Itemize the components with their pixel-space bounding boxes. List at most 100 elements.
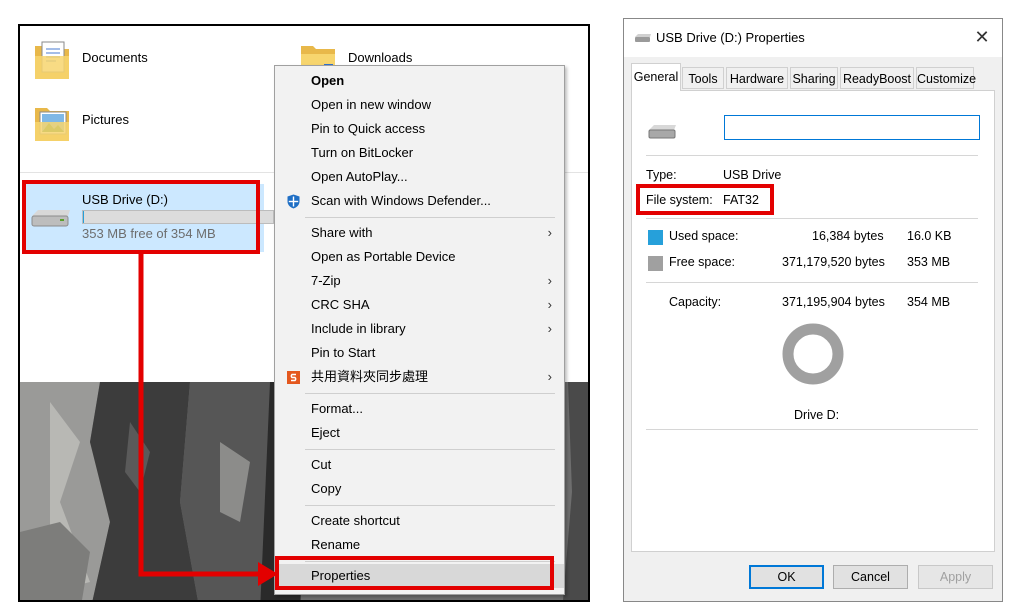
file-system-highlight-box [636,184,774,215]
menu-item-label: Cut [311,457,332,472]
free-space-label: Free space: [669,255,736,269]
sync-folder-icon [287,371,300,384]
menu-separator [305,393,555,394]
submenu-arrow-icon: › [547,369,552,384]
tab-tools[interactable]: Tools [682,67,724,89]
menu-item-label: Create shortcut [311,513,400,528]
drive-label-input[interactable] [724,115,980,140]
menu-separator [305,449,555,450]
menu-item-rename[interactable]: Rename [275,533,564,557]
menu-item-label: Pin to Start [311,345,376,360]
menu-item-label: Format... [311,401,364,416]
capacity-label: Capacity: [669,295,722,309]
panel-separator [646,218,978,219]
pictures-folder-icon [35,108,69,141]
menu-item-label: Include in library [311,321,406,336]
free-space-ring [782,323,844,385]
drive-highlight-box [22,180,260,254]
tab-sharing[interactable]: Sharing [790,67,838,89]
tab-label: ReadyBoost [842,72,912,86]
menu-item-autoplay[interactable]: Open AutoPlay... [275,165,564,189]
cancel-button[interactable]: Cancel [833,565,908,589]
folder-label: Downloads [348,50,413,65]
menu-item-sync-folder[interactable]: 共用資料夾同步處理 › [275,365,564,389]
menu-item-copy[interactable]: Copy [275,477,564,501]
menu-item-open-new-window[interactable]: Open in new window [275,93,564,117]
tab-label: Customize [917,72,977,86]
used-space-bytes: 16,384 bytes [812,229,884,243]
menu-item-scan-defender[interactable]: Scan with Windows Defender... [275,189,564,213]
tab-general[interactable]: General [631,63,681,91]
drive-caption: Drive D: [794,408,840,422]
dialog-titlebar: USB Drive (D:) Properties ✕ [624,19,1002,57]
windows-defender-icon [287,194,300,209]
submenu-arrow-icon: › [547,321,552,336]
usb-drive-icon [648,125,676,139]
menu-item-label: Scan with Windows Defender... [311,193,491,208]
documents-folder-icon [35,41,69,79]
used-space-size: 16.0 KB [907,229,952,243]
tab-label: General [633,70,679,84]
menu-item-label: Open AutoPlay... [311,169,408,184]
menu-item-label: Pin to Quick access [311,121,426,136]
free-space-size: 353 MB [907,255,951,269]
menu-separator [305,505,555,506]
menu-item-label: Turn on BitLocker [311,145,414,160]
menu-item-format[interactable]: Format... [275,397,564,421]
apply-button[interactable]: Apply [918,565,993,589]
menu-item-include-library[interactable]: Include in library › [275,317,564,341]
menu-item-7zip[interactable]: 7-Zip › [275,269,564,293]
tab-customize[interactable]: Customize [916,67,977,89]
general-tab-panel: Type: USB Drive File system: FAT32 Used … [631,90,995,552]
menu-item-label: Open in new window [311,97,431,112]
folder-pictures[interactable]: Pictures [34,102,174,148]
menu-item-label: CRC SHA [311,297,370,312]
context-menu: Open Open in new window Pin to Quick acc… [274,65,565,595]
properties-dialog: USB Drive (D:) Properties ✕ General Tool… [623,18,1003,602]
menu-item-label: Share with [311,225,373,240]
submenu-arrow-icon: › [547,273,552,288]
close-icon[interactable]: ✕ [970,25,994,49]
submenu-arrow-icon: › [547,297,552,312]
menu-item-pin-quick-access[interactable]: Pin to Quick access [275,117,564,141]
properties-highlight-box [275,556,554,590]
folder-label: Documents [82,50,148,65]
tab-label: Sharing [792,72,836,86]
menu-item-share-with[interactable]: Share with › [275,221,564,245]
menu-item-cut[interactable]: Cut [275,453,564,477]
capacity-size: 354 MB [907,295,951,309]
menu-item-label: Rename [311,537,361,552]
menu-item-portable-device[interactable]: Open as Portable Device [275,245,564,269]
tab-readyboost[interactable]: ReadyBoost [840,67,914,89]
drive-label-field[interactable] [729,117,973,139]
menu-item-create-shortcut[interactable]: Create shortcut [275,509,564,533]
type-value: USB Drive [723,168,782,182]
ok-button[interactable]: OK [749,565,824,589]
folder-label: Pictures [82,112,129,127]
menu-item-label: Open [311,73,345,88]
dialog-title: USB Drive (D:) Properties [656,30,805,45]
menu-item-eject[interactable]: Eject [275,421,564,445]
menu-item-open[interactable]: Open [275,69,564,93]
menu-separator [305,217,555,218]
panel-separator [646,282,978,283]
menu-item-bitlocker[interactable]: Turn on BitLocker [275,141,564,165]
menu-item-label: Copy [311,481,342,496]
type-label: Type: [646,168,677,182]
tab-label: Tools [688,72,718,86]
menu-item-crc-sha[interactable]: CRC SHA › [275,293,564,317]
used-space-swatch [648,230,663,245]
menu-item-label: 共用資料夾同步處理 [311,369,429,384]
tab-hardware[interactable]: Hardware [726,67,788,89]
usb-drive-icon [635,34,651,42]
panel-separator [646,155,978,156]
menu-item-pin-start[interactable]: Pin to Start [275,341,564,365]
free-space-bytes: 371,179,520 bytes [782,255,885,269]
tab-label: Hardware [729,72,785,86]
panel-separator [646,429,978,430]
capacity-bytes: 371,195,904 bytes [782,295,885,309]
menu-item-label: Open as Portable Device [311,249,456,264]
menu-item-label: Eject [311,425,340,440]
folder-documents[interactable]: Documents [34,40,174,86]
free-space-swatch [648,256,663,271]
